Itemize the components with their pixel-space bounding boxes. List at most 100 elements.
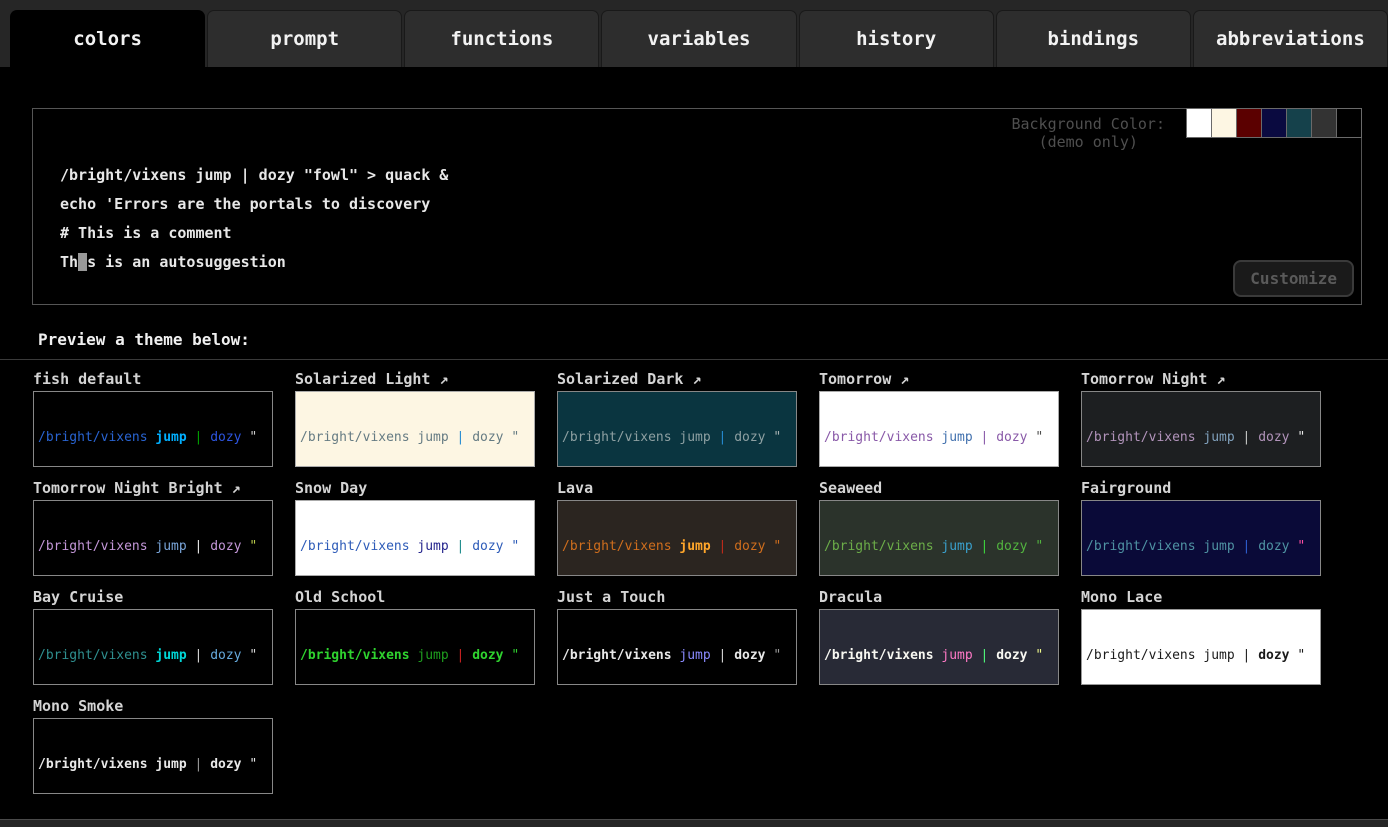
theme-sample-line-1: /bright/vixens jump | dozy " xyxy=(824,429,1054,446)
background-swatch-row xyxy=(1187,108,1362,138)
theme-preview[interactable]: /bright/vixens jump | dozy " echo 'Error… xyxy=(819,391,1059,467)
token-quote: " xyxy=(773,648,781,663)
token-pipe: | xyxy=(195,648,211,663)
theme-card-solarized-dark: Solarized Dark ↗ /bright/vixens jump | d… xyxy=(557,369,797,467)
tab-history[interactable]: history xyxy=(799,10,994,67)
token-command: /bright/vixens xyxy=(300,648,417,663)
theme-title: Tomorrow ↗ xyxy=(819,369,1059,391)
theme-preview[interactable]: /bright/vixens jump | dozy " echo 'Error… xyxy=(557,391,797,467)
background-swatch-cream[interactable] xyxy=(1211,108,1237,138)
theme-sample-line-1: /bright/vixens jump | dozy " xyxy=(824,538,1054,555)
tab-abbreviations[interactable]: abbreviations xyxy=(1193,10,1388,67)
themes-heading: Preview a theme below: xyxy=(38,330,250,349)
token-command2: dozy xyxy=(210,648,249,663)
tab-bindings[interactable]: bindings xyxy=(996,10,1191,67)
theme-card-bay-cruise: Bay Cruise ↗ /bright/vixens jump | dozy … xyxy=(33,587,273,685)
theme-card-seaweed: Seaweed ↗ /bright/vixens jump | dozy " e… xyxy=(819,478,1059,576)
token-command: /bright/vixens xyxy=(824,539,941,554)
background-swatch-white[interactable] xyxy=(1186,108,1212,138)
theme-preview[interactable]: /bright/vixens jump | dozy " echo 'Error… xyxy=(557,500,797,576)
theme-preview[interactable]: /bright/vixens jump | dozy " echo 'Error… xyxy=(1081,500,1321,576)
token-command: /bright/vixens xyxy=(824,430,941,445)
token-command: /bright/vixens xyxy=(1086,430,1203,445)
token-command: /bright/vixens xyxy=(38,648,155,663)
theme-preview[interactable]: /bright/vixens jump | dozy " echo 'Error… xyxy=(33,391,273,467)
tab-functions[interactable]: functions xyxy=(404,10,599,67)
token-command2: dozy xyxy=(734,539,773,554)
sample-line-4-post: s is an autosuggestion xyxy=(87,253,286,271)
theme-title: Dracula ↗ xyxy=(819,587,1059,609)
theme-sample-line-1: /bright/vixens jump | dozy " xyxy=(300,647,530,664)
theme-title: Lava ↗ xyxy=(557,478,797,500)
theme-title: Snow Day ↗ xyxy=(295,478,535,500)
theme-preview[interactable]: /bright/vixens jump | dozy " echo 'Error… xyxy=(1081,609,1321,685)
external-link-icon[interactable]: ↗ xyxy=(1207,370,1225,388)
theme-sample-line-1: /bright/vixens jump | dozy " xyxy=(562,429,792,446)
theme-preview[interactable]: /bright/vixens jump | dozy " echo 'Error… xyxy=(557,609,797,685)
background-swatch-maroon[interactable] xyxy=(1236,108,1262,138)
theme-preview[interactable]: /bright/vixens jump | dozy " echo 'Error… xyxy=(295,391,535,467)
external-link-icon[interactable]: ↗ xyxy=(430,370,448,388)
token-command: /bright/vixens xyxy=(38,430,155,445)
token-param: jump xyxy=(1203,648,1242,663)
theme-card-mono-smoke: Mono Smoke ↗ /bright/vixens jump | dozy … xyxy=(33,696,273,794)
theme-sample-line-1: /bright/vixens jump | dozy " xyxy=(300,429,530,446)
theme-sample-line-1: /bright/vixens jump | dozy " xyxy=(38,538,268,555)
token-command: /bright/vixens xyxy=(300,430,417,445)
token-command2: dozy xyxy=(996,539,1035,554)
customize-button[interactable]: Customize xyxy=(1233,260,1354,297)
theme-sample-line-1: /bright/vixens jump | dozy " xyxy=(38,647,268,664)
theme-preview[interactable]: /bright/vixens jump | dozy " echo 'Error… xyxy=(1081,391,1321,467)
background-swatch-teal[interactable] xyxy=(1286,108,1312,138)
theme-preview[interactable]: /bright/vixens jump | dozy " echo 'Error… xyxy=(33,609,273,685)
background-swatch-charcoal[interactable] xyxy=(1311,108,1337,138)
external-link-icon[interactable]: ↗ xyxy=(683,370,701,388)
theme-preview[interactable]: /bright/vixens jump | dozy " echo 'Error… xyxy=(819,609,1059,685)
theme-sample-line-1: /bright/vixens jump | dozy " xyxy=(1086,647,1316,664)
tab-colors[interactable]: colors xyxy=(10,10,205,67)
sample-line-3: # This is a comment xyxy=(60,224,232,242)
tab-prompt[interactable]: prompt xyxy=(207,10,402,67)
tab-variables[interactable]: variables xyxy=(601,10,796,67)
token-quote: " xyxy=(249,430,257,445)
theme-name: Mono Lace xyxy=(1081,588,1162,606)
token-command: /bright/vixens xyxy=(300,539,417,554)
token-command: /bright/vixens xyxy=(1086,539,1203,554)
token-command2: dozy xyxy=(210,539,249,554)
theme-title: Mono Smoke ↗ xyxy=(33,696,273,718)
theme-title: fish default ↗ xyxy=(33,369,273,391)
token-command: /bright/vixens xyxy=(824,648,941,663)
token-command2: dozy xyxy=(996,648,1035,663)
sample-line-2: echo 'Errors are the portals to discover… xyxy=(60,195,430,213)
theme-sample-line-1: /bright/vixens jump | dozy " xyxy=(824,647,1054,664)
theme-name: Bay Cruise xyxy=(33,588,123,606)
theme-preview[interactable]: /bright/vixens jump | dozy " echo 'Error… xyxy=(295,609,535,685)
theme-preview[interactable]: /bright/vixens jump | dozy " echo 'Error… xyxy=(295,500,535,576)
external-link-icon[interactable]: ↗ xyxy=(223,479,241,497)
theme-title: Old School ↗ xyxy=(295,587,535,609)
token-pipe: | xyxy=(1243,648,1259,663)
token-pipe: | xyxy=(457,539,473,554)
background-swatch-black[interactable] xyxy=(1336,108,1362,138)
sample-line-1: /bright/vixens jump | dozy "fowl" > quac… xyxy=(60,166,448,184)
token-pipe: | xyxy=(1243,539,1259,554)
token-param: jump xyxy=(417,539,456,554)
token-command: /bright/vixens xyxy=(1086,648,1203,663)
token-command2: dozy xyxy=(210,757,249,772)
token-param: jump xyxy=(941,430,980,445)
theme-preview[interactable]: /bright/vixens jump | dozy " echo 'Error… xyxy=(819,500,1059,576)
theme-name: Tomorrow Night Bright xyxy=(33,479,223,497)
theme-card-snow-day: Snow Day ↗ /bright/vixens jump | dozy " … xyxy=(295,478,535,576)
external-link-icon[interactable]: ↗ xyxy=(891,370,909,388)
background-swatch-navy[interactable] xyxy=(1261,108,1287,138)
token-command: /bright/vixens xyxy=(38,539,155,554)
theme-sample-line-1: /bright/vixens jump | dozy " xyxy=(562,538,792,555)
token-command2: dozy xyxy=(472,648,511,663)
token-command: /bright/vixens xyxy=(562,539,679,554)
token-quote: " xyxy=(511,430,519,445)
theme-preview[interactable]: /bright/vixens jump | dozy " echo 'Error… xyxy=(33,500,273,576)
theme-name: Solarized Dark xyxy=(557,370,683,388)
colors-panel: Background Color: (demo only) /bright/vi… xyxy=(0,67,1388,820)
theme-card-just-a-touch: Just a Touch ↗ /bright/vixens jump | doz… xyxy=(557,587,797,685)
theme-preview[interactable]: /bright/vixens jump | dozy " echo 'Error… xyxy=(33,718,273,794)
